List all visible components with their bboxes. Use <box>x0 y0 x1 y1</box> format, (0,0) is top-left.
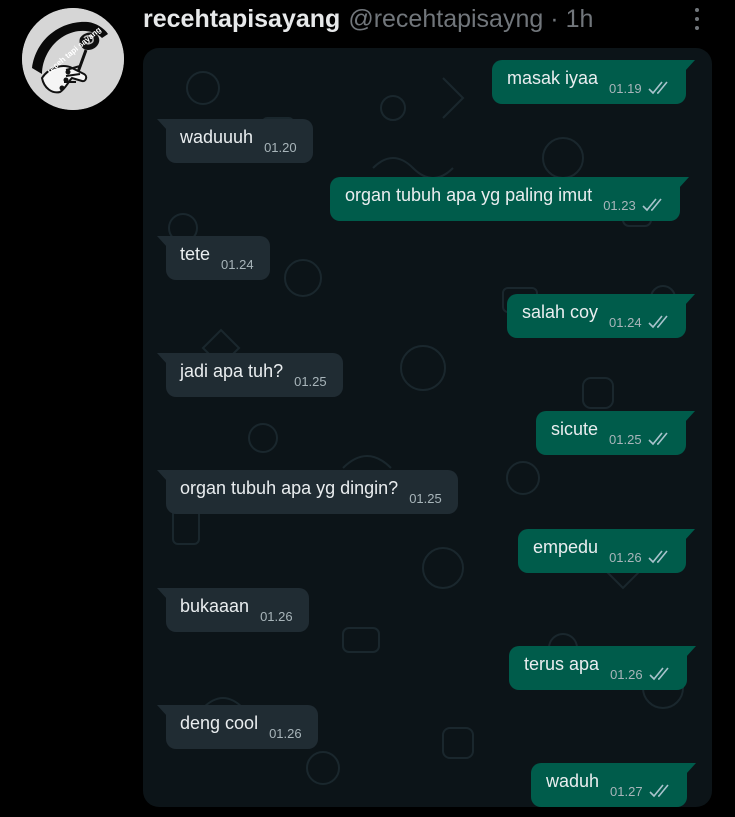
message-time: 01.25 <box>609 431 642 447</box>
more-vertical-icon[interactable] <box>684 6 710 32</box>
message-outgoing[interactable]: masak iyaa 01.19 <box>492 60 695 104</box>
message-time: 01.19 <box>609 80 642 96</box>
double-check-icon <box>649 784 669 798</box>
message-time: 01.25 <box>294 373 327 389</box>
tweet-header: recehtapisayang @recehtapisayng · 1h <box>143 2 593 36</box>
message-incoming[interactable]: organ tubuh apa yg dingin? 01.25 <box>157 470 458 514</box>
message-time: 01.24 <box>221 256 254 272</box>
avatar[interactable]: receh tapi sayang <box>22 8 124 110</box>
message-text: terus apa <box>524 653 600 674</box>
message-incoming[interactable]: waduuuh 01.20 <box>157 119 313 163</box>
message-time: 01.26 <box>609 549 642 565</box>
message-text: tete <box>180 243 211 264</box>
double-check-icon <box>648 81 668 95</box>
rose-hand-logo: receh tapi sayang <box>22 8 124 110</box>
message-time: 01.23 <box>603 197 636 213</box>
message-text: waduh <box>546 770 600 791</box>
message-text: deng cool <box>180 712 259 733</box>
message-time: 01.27 <box>610 783 643 799</box>
separator-dot: · <box>550 4 559 33</box>
double-check-icon <box>649 667 669 681</box>
message-time: 01.26 <box>260 608 293 624</box>
message-incoming[interactable]: deng cool 01.26 <box>157 705 318 749</box>
user-handle[interactable]: @recehtapisayng <box>348 5 543 34</box>
message-incoming[interactable]: jadi apa tuh? 01.25 <box>157 353 343 397</box>
double-check-icon <box>648 550 668 564</box>
double-check-icon <box>648 432 668 446</box>
message-text: bukaaan <box>180 595 250 616</box>
message-outgoing[interactable]: sicute 01.25 <box>536 411 695 455</box>
message-outgoing[interactable]: terus apa 01.26 <box>509 646 696 690</box>
double-check-icon <box>648 315 668 329</box>
message-text: salah coy <box>522 301 599 322</box>
chat-screenshot-image[interactable]: masak iyaa 01.19 waduuuh 01.20 organ tub… <box>143 48 712 807</box>
message-text: waduuuh <box>180 126 254 147</box>
message-text: sicute <box>551 418 599 439</box>
message-time: 01.26 <box>610 666 643 682</box>
double-check-icon <box>642 198 662 212</box>
message-time: 01.24 <box>609 314 642 330</box>
message-outgoing[interactable]: empedu 01.26 <box>518 529 695 573</box>
tweet-time[interactable]: 1h <box>566 5 594 34</box>
message-text: empedu <box>533 536 599 557</box>
message-incoming[interactable]: tete 01.24 <box>157 236 270 280</box>
message-time: 01.25 <box>409 490 442 506</box>
message-outgoing[interactable]: organ tubuh apa yg paling imut 01.23 <box>330 177 689 221</box>
message-text: jadi apa tuh? <box>180 360 284 381</box>
message-outgoing[interactable]: salah coy 01.24 <box>507 294 695 338</box>
message-time: 01.20 <box>264 139 297 155</box>
message-text: organ tubuh apa yg paling imut <box>345 184 593 205</box>
message-outgoing[interactable]: waduh 01.27 <box>531 763 696 807</box>
message-time: 01.26 <box>269 725 302 741</box>
message-text: organ tubuh apa yg dingin? <box>180 477 399 498</box>
message-text: masak iyaa <box>507 67 599 88</box>
display-name[interactable]: recehtapisayang <box>143 5 340 34</box>
message-incoming[interactable]: bukaaan 01.26 <box>157 588 309 632</box>
